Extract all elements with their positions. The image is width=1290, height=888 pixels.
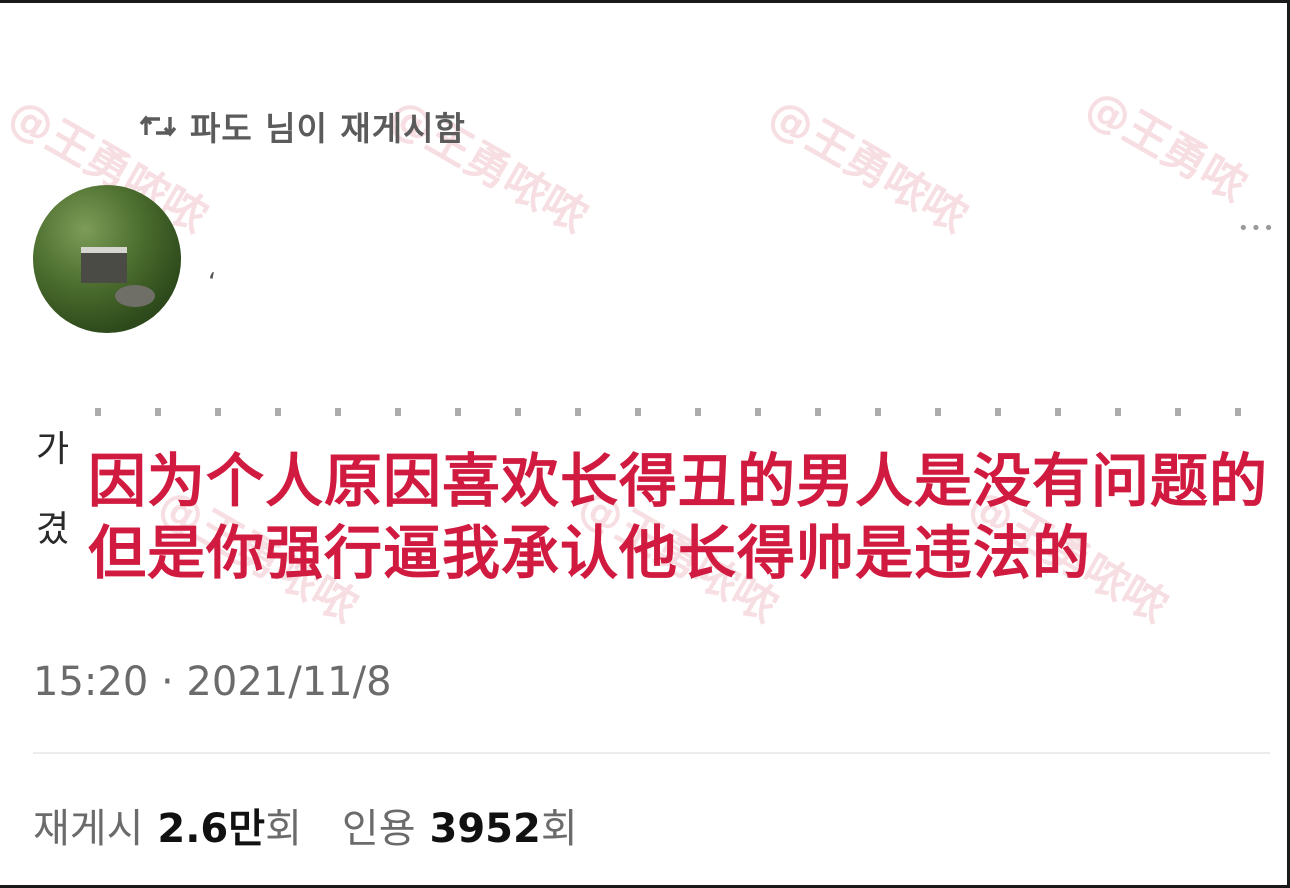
top-border <box>0 0 1290 3</box>
overlay-caption-line-2: 但是你强行逼我承认他长得帅是违法的 <box>88 519 1092 587</box>
watermark: @王勇哝 <box>1076 79 1255 212</box>
more-options-icon[interactable]: ••• <box>1238 218 1276 239</box>
repost-count[interactable]: 2.6만 <box>157 796 265 854</box>
tweet-timestamp[interactable]: 15:20 · 2021/11/8 <box>33 659 392 705</box>
avatar-stone-shape <box>115 285 155 307</box>
tweet-text-line-2: 겼 <box>36 509 70 550</box>
repost-count-label: 재게시 <box>33 806 144 852</box>
blurred-text-remnant <box>95 408 1265 416</box>
avatar-bench-shape <box>81 247 127 283</box>
author-name-fragment[interactable]: ʻ <box>208 268 216 298</box>
tweet-text-line-1: 가 <box>36 429 70 470</box>
quote-count-label: 인용 <box>341 806 416 852</box>
repost-icon <box>139 115 177 137</box>
repost-label: 파도 님이 재게시함 <box>190 109 466 148</box>
watermark: @王勇哝哝 <box>759 88 976 243</box>
tweet-stats: 재게시 2.6만 회 인용 3952 회 <box>33 796 578 854</box>
repost-count-unit: 회 <box>265 806 302 852</box>
quote-count[interactable]: 3952 <box>430 806 541 852</box>
avatar[interactable] <box>33 185 181 333</box>
quote-count-unit: 회 <box>540 806 578 852</box>
divider <box>33 752 1270 754</box>
repost-indicator[interactable]: 파도 님이 재게시함 <box>138 104 466 148</box>
